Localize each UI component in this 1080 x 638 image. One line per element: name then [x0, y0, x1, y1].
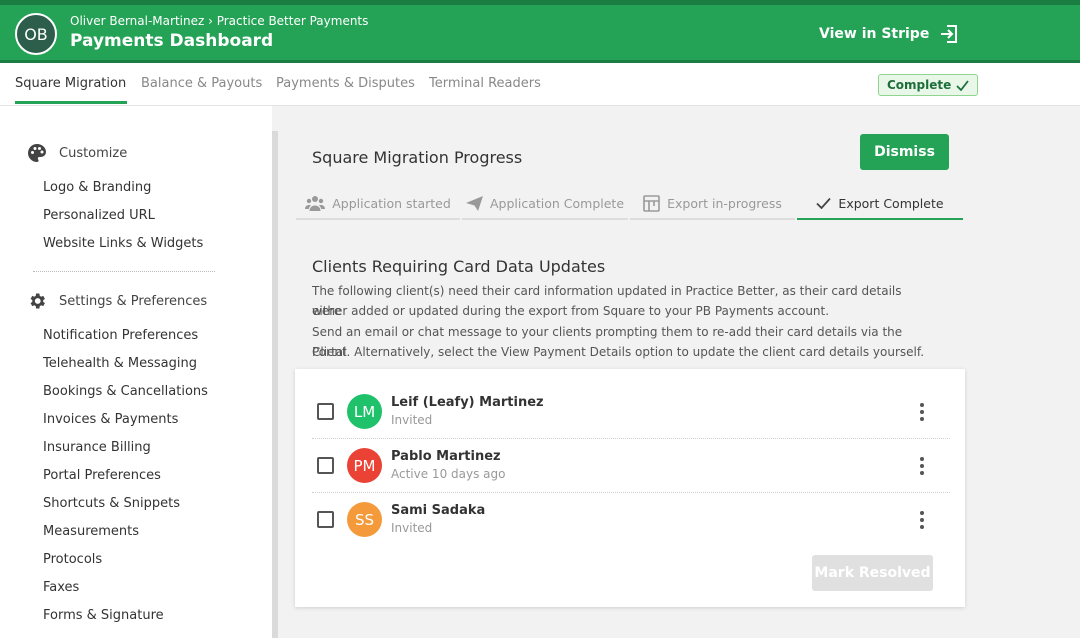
sidebar-item-protocols[interactable]: Protocols [43, 552, 102, 567]
palette-icon [28, 144, 46, 162]
client-checkbox[interactable] [317, 457, 334, 474]
client-initials: LM [353, 402, 376, 421]
breadcrumb: Oliver Bernal-Martinez › Practice Better… [70, 14, 369, 28]
client-checkbox[interactable] [317, 511, 334, 528]
client-avatar: LM [347, 394, 382, 429]
sidebar-item-faxes[interactable]: Faxes [43, 580, 79, 595]
client-initials: SS [354, 510, 375, 529]
sidebar-item-measurements[interactable]: Measurements [43, 524, 139, 539]
dismiss-button[interactable]: Dismiss [860, 134, 949, 170]
tab-square-migration[interactable]: Square Migration [15, 76, 126, 91]
step-label: Export Complete [838, 195, 944, 211]
client-status: Invited [391, 521, 433, 535]
status-badge: Complete [878, 74, 979, 96]
client-status: Active 10 days ago [391, 467, 506, 481]
mark-resolved-button[interactable]: Mark Resolved [812, 555, 933, 591]
tab-bar: Square Migration Balance & Payouts Payme… [0, 63, 1080, 106]
sidebar-item-portal-preferences[interactable]: Portal Preferences [43, 468, 161, 483]
tab-terminal-readers[interactable]: Terminal Readers [429, 76, 541, 91]
sidebar-item-personalized-url[interactable]: Personalized URL [43, 208, 155, 223]
check-icon [816, 197, 832, 209]
user-avatar[interactable]: OB [15, 13, 57, 55]
client-name[interactable]: Sami Sadaka [391, 503, 485, 518]
client-row: PM Pablo Martinez Active 10 days ago [312, 439, 950, 493]
gear-icon [30, 293, 45, 309]
active-tab-indicator [15, 101, 127, 104]
sidebar-item-telehealth-messaging[interactable]: Telehealth & Messaging [43, 356, 197, 371]
avatar-initials: OB [24, 24, 48, 44]
client-row: SS Sami Sadaka Invited [312, 493, 950, 547]
client-initials: PM [353, 456, 376, 475]
client-status: Invited [391, 413, 433, 427]
more-options-icon[interactable] [912, 509, 932, 531]
step-application-complete: Application Complete [462, 188, 628, 220]
app-header: OB Oliver Bernal-Martinez › Practice Bet… [0, 0, 1080, 63]
client-name[interactable]: Pablo Martinez [391, 449, 501, 464]
page-title: Payments Dashboard [70, 31, 274, 51]
sidebar-heading-customize: Customize [27, 143, 127, 163]
clients-card: LM Leif (Leafy) Martinez Invited PM Pabl… [295, 369, 965, 607]
people-icon [305, 196, 326, 211]
status-badge-label: Complete [887, 78, 952, 92]
exit-to-app-icon [941, 25, 958, 43]
client-checkbox[interactable] [317, 403, 334, 420]
sidebar-item-bookings-cancellations[interactable]: Bookings & Cancellations [43, 384, 208, 399]
client-row: LM Leif (Leafy) Martinez Invited [312, 385, 950, 439]
tab-balance-payouts[interactable]: Balance & Payouts [141, 76, 262, 91]
sidebar-item-forms-signature[interactable]: Forms & Signature [43, 608, 164, 623]
sidebar-heading-label: Customize [59, 145, 128, 161]
sidebar-item-website-links[interactable]: Website Links & Widgets [43, 236, 203, 251]
view-in-stripe-button[interactable]: View in Stripe [819, 24, 959, 44]
table-icon [643, 194, 660, 212]
migration-progress-title: Square Migration Progress [312, 148, 523, 167]
sidebar-item-shortcuts-snippets[interactable]: Shortcuts & Snippets [43, 496, 180, 511]
client-avatar: SS [347, 502, 382, 537]
sidebar: Customize Logo & Branding Personalized U… [0, 106, 272, 638]
description-line: Portal. Alternatively, select the View P… [312, 345, 925, 359]
step-application-started: Application started [296, 188, 460, 220]
description-line: either added or updated during the expor… [312, 304, 830, 318]
sidebar-item-insurance-billing[interactable]: Insurance Billing [43, 440, 151, 455]
sidebar-item-invoices-payments[interactable]: Invoices & Payments [43, 412, 178, 427]
check-icon [956, 79, 969, 91]
step-label: Application Complete [489, 195, 625, 211]
sidebar-heading-settings: Settings & Preferences [27, 291, 207, 311]
tab-payments-disputes[interactable]: Payments & Disputes [276, 76, 415, 91]
sidebar-item-notification-preferences[interactable]: Notification Preferences [43, 328, 198, 343]
sidebar-divider [33, 271, 215, 272]
more-options-icon[interactable] [912, 455, 932, 477]
step-label: Export in-progress [667, 195, 782, 211]
view-in-stripe-label: View in Stripe [819, 26, 930, 42]
sidebar-scrollbar[interactable] [272, 131, 278, 638]
step-export-complete: Export Complete [797, 188, 963, 220]
clients-section-title: Clients Requiring Card Data Updates [312, 257, 606, 276]
sidebar-item-logo-branding[interactable]: Logo & Branding [43, 180, 151, 195]
step-label: Application started [332, 195, 451, 211]
client-name[interactable]: Leif (Leafy) Martinez [391, 395, 544, 410]
send-icon [465, 195, 483, 211]
more-options-icon[interactable] [912, 401, 932, 423]
client-avatar: PM [347, 448, 382, 483]
sidebar-heading-label: Settings & Preferences [59, 293, 208, 309]
step-export-in-progress: Export in-progress [630, 188, 795, 220]
